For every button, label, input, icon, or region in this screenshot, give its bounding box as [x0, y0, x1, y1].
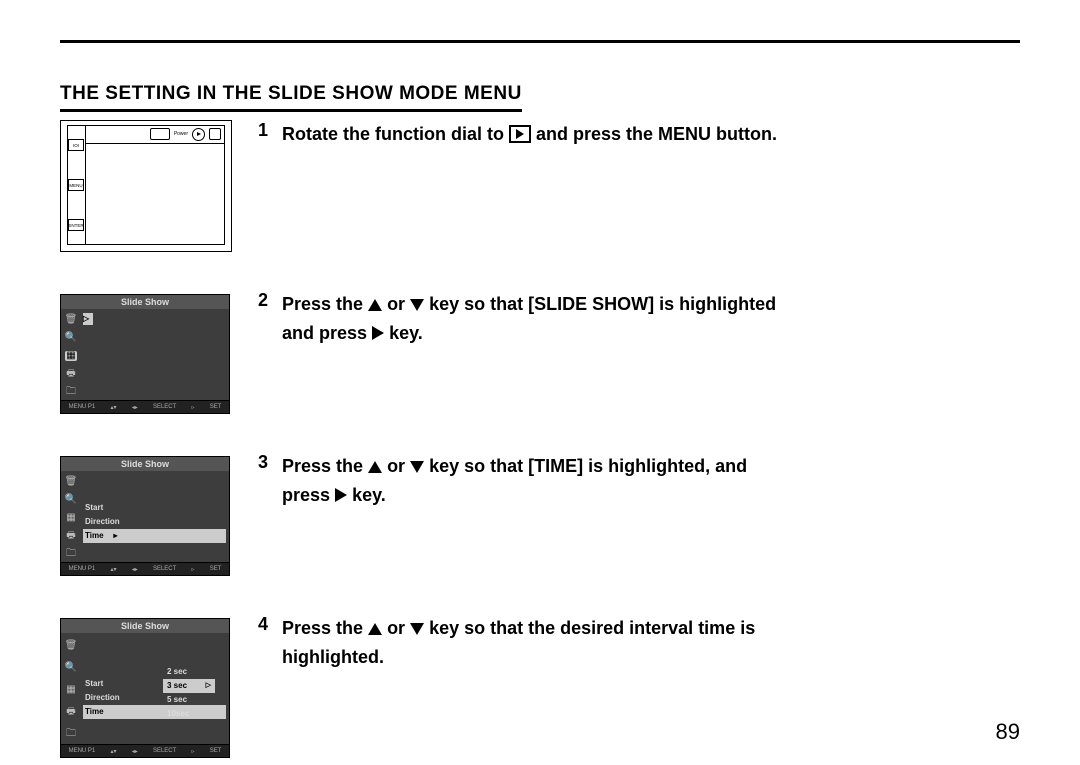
footer-select: SELECT: [153, 404, 176, 410]
section-heading: THE SETTING IN THE SLIDE SHOW MODE MENU: [60, 83, 522, 112]
camera-btn-ioi: IOI: [68, 139, 84, 151]
footer-menu: MENU P1: [69, 748, 96, 754]
step-text: Press the: [282, 294, 368, 314]
step-text: or: [387, 618, 410, 638]
step-number: 4: [258, 614, 272, 635]
lcd-screenshot-time: Slide Show 🗑 🔍 ▦ 🖶 🗀 Start Direction Tim…: [60, 456, 230, 576]
step-1: 1 Rotate the function dial to and press …: [258, 120, 777, 149]
step-text: press: [282, 485, 335, 505]
page-number: 89: [996, 719, 1020, 745]
lcd-title: Slide Show: [61, 457, 229, 471]
magnify-icon: 🔍: [65, 663, 77, 673]
footer-set: SET: [210, 566, 222, 572]
step-number: 2: [258, 290, 272, 311]
camera-diagram: Power IOI MENU ENTER: [60, 120, 232, 252]
right-key-icon: [335, 488, 347, 502]
camera-btn-enter: ENTER: [68, 219, 84, 231]
print-icon: 🖶: [66, 531, 75, 541]
trash-icon: 🗑: [65, 315, 78, 325]
menu-item-direction: Direction: [83, 515, 226, 529]
step-text: highlighted.: [282, 647, 384, 667]
play-icon: ▹: [191, 404, 194, 411]
print-icon: 🖶: [66, 707, 75, 717]
step-text: Rotate the function dial to: [282, 124, 509, 144]
folder-icon: 🗀: [66, 387, 76, 397]
step-text: key.: [352, 485, 386, 505]
lcd-screenshot-interval: Slide Show 🗑 🔍 ▦ 🖶 🗀 Start Direction Tim…: [60, 618, 230, 758]
step-text: and press: [282, 323, 372, 343]
step-text: key so that [TIME] is highlighted, and: [429, 456, 747, 476]
right-key-icon: [372, 326, 384, 340]
slideshow-icon: ▦: [66, 685, 75, 695]
magnify-icon: 🔍: [65, 495, 77, 505]
step-text: and press the MENU button.: [536, 124, 777, 144]
lcd-title: Slide Show: [61, 295, 229, 309]
leftright-icon: ◂▸: [132, 404, 138, 411]
step-number: 1: [258, 120, 272, 141]
footer-set: SET: [210, 748, 222, 754]
down-key-icon: [410, 299, 424, 311]
updown-icon: ▴▾: [110, 404, 116, 411]
interval-option-2sec: 2 sec: [163, 665, 215, 679]
step-2: 2 Press the or key so that [SLIDE SHOW] …: [258, 290, 776, 348]
print-icon: 🖶: [66, 369, 75, 379]
footer-set: SET: [210, 404, 222, 410]
play-dial-icon: [192, 128, 205, 141]
trash-icon: 🗑: [65, 641, 78, 651]
footer-select: SELECT: [153, 748, 176, 754]
lcd-title: Slide Show: [61, 619, 229, 633]
down-key-icon: [410, 461, 424, 473]
play-icon: ▹: [191, 748, 194, 755]
step-text: key so that the desired interval time is: [429, 618, 755, 638]
step-text: key.: [389, 323, 423, 343]
step-text: key so that [SLIDE SHOW] is highlighted: [429, 294, 776, 314]
up-key-icon: [368, 623, 382, 635]
menu-item-start: Start: [83, 501, 226, 515]
step-text: Press the: [282, 456, 368, 476]
updown-icon: ▴▾: [110, 566, 116, 573]
slideshow-icon: ▦: [65, 351, 76, 361]
leftright-icon: ◂▸: [132, 748, 138, 755]
step-text: or: [387, 294, 410, 314]
menu-caret: ▷: [83, 313, 93, 325]
slideshow-icon: ▦: [66, 513, 75, 523]
camera-btn-menu: MENU: [68, 179, 84, 191]
power-label: Power: [174, 131, 188, 137]
trash-icon: 🗑: [65, 477, 78, 487]
footer-select: SELECT: [153, 566, 176, 572]
lcd-screenshot-slideshow: Slide Show 🗑 🔍 ▦ 🖶 🗀 ▷ MENU P1 ▴▾: [60, 294, 230, 414]
folder-icon: 🗀: [66, 729, 76, 739]
leftright-icon: ◂▸: [132, 566, 138, 573]
step-number: 3: [258, 452, 272, 473]
interval-option-3sec: 3 sec▷: [163, 679, 215, 693]
menu-item-time: Time▸: [83, 529, 226, 543]
magnify-icon: 🔍: [65, 333, 77, 343]
step-text: Press the: [282, 618, 368, 638]
play-mode-icon: [509, 125, 531, 143]
footer-menu: MENU P1: [69, 404, 96, 410]
down-key-icon: [410, 623, 424, 635]
up-key-icon: [368, 299, 382, 311]
interval-option-5sec: 5 sec: [163, 693, 215, 707]
updown-icon: ▴▾: [110, 748, 116, 755]
folder-icon: 🗀: [66, 549, 76, 559]
step-3: 3 Press the or key so that [TIME] is hig…: [258, 452, 747, 510]
play-icon: ▹: [191, 566, 194, 573]
footer-menu: MENU P1: [69, 566, 96, 572]
step-4: 4 Press the or key so that the desired i…: [258, 614, 755, 672]
top-rule: [60, 40, 1020, 73]
step-text: or: [387, 456, 410, 476]
up-key-icon: [368, 461, 382, 473]
interval-option-10sec: 10sec: [163, 707, 215, 721]
